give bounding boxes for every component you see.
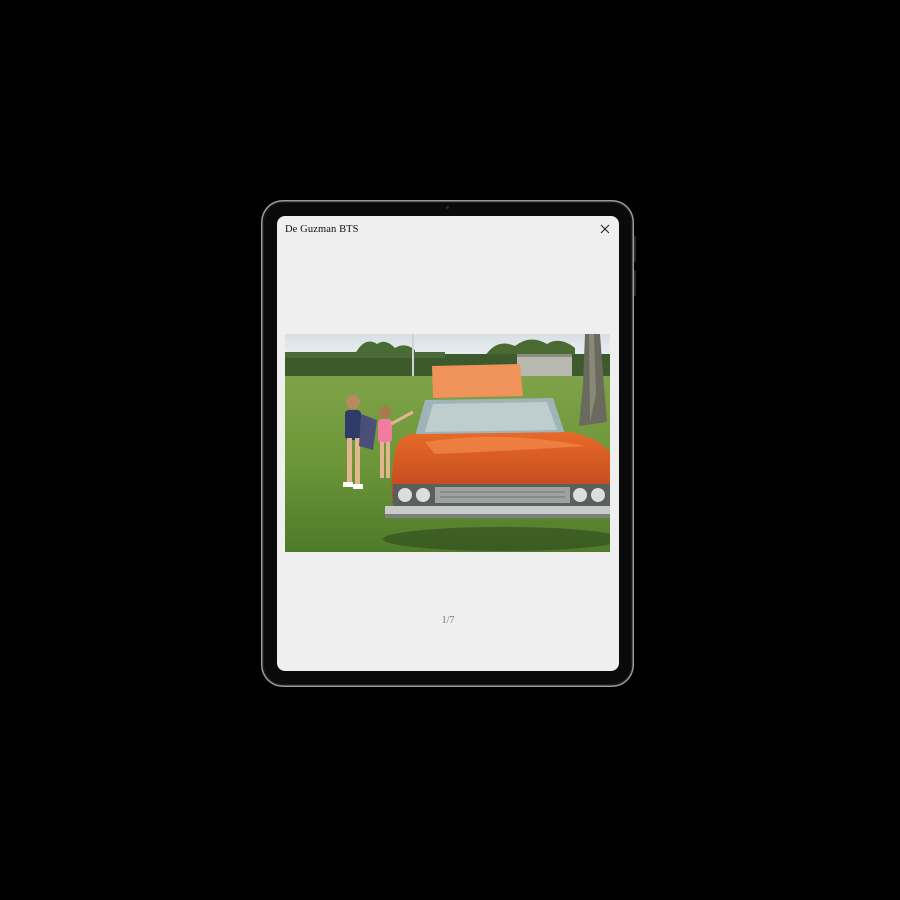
gallery-title: De Guzman BTS [285,224,359,235]
gallery-photo[interactable] [285,334,610,552]
volume-button [634,236,636,262]
front-camera [446,206,449,209]
close-icon[interactable] [599,223,611,235]
tablet-device: De Guzman BTS 1/7 [261,200,636,687]
gallery-screen: De Guzman BTS 1/7 [277,216,619,671]
photo-counter: 1/7 [441,615,455,626]
volume-button-lower [634,270,636,296]
